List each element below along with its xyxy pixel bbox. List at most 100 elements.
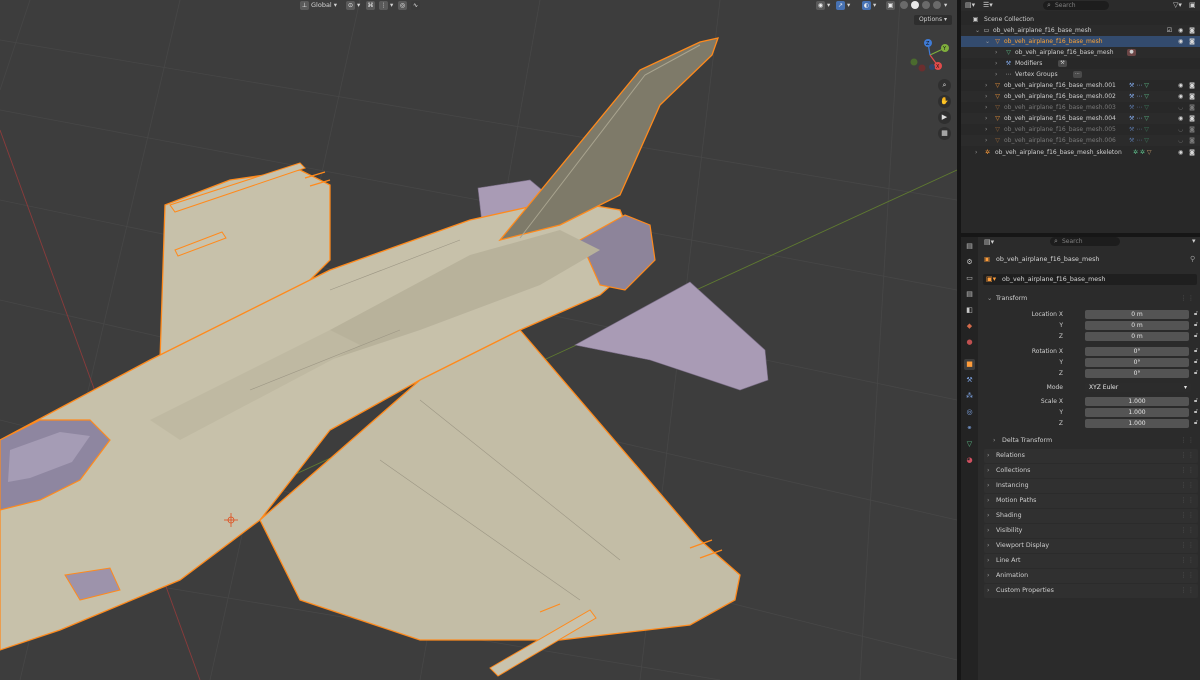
gizmo-toggle[interactable]: ↗ ▾ [836, 0, 850, 10]
3d-viewport[interactable]: Y X Z ⊥ Global ▾ ⊙ ▾ ⌘ ⋮ ▾ ◎ ∿ ◉ ▾ ↗ ▾ ◐ ▾ ▣ … [0, 0, 957, 680]
expand-arrow-icon[interactable]: › [995, 47, 997, 58]
expand-arrow-icon[interactable]: › [985, 135, 987, 146]
visibility-icons[interactable]: ◉ ◙ [1178, 113, 1197, 124]
lock-icon[interactable]: 🔓︎ [1194, 347, 1198, 355]
panel-options-chevron-icon[interactable]: ▾ [1192, 237, 1196, 245]
line-art-panel-header[interactable]: › Line Art ⋮⋮ [984, 554, 1198, 568]
zoom-icon[interactable]: ⌕ [938, 79, 951, 92]
solid-shading-icon[interactable] [911, 1, 919, 9]
rotation-mode-dropdown[interactable]: XYZ Euler ▾ [1085, 383, 1191, 392]
expand-arrow-icon[interactable]: › [975, 147, 977, 158]
instancing-panel-header[interactable]: › Instancing ⋮⋮ [984, 479, 1198, 493]
location-y-field[interactable]: 0 m [1085, 321, 1189, 330]
tool-tab-icon[interactable]: ⚙ [964, 257, 975, 268]
drag-grip-icon[interactable]: ⋮⋮ [1180, 509, 1195, 523]
render-tab-icon[interactable]: ▭ [964, 273, 975, 284]
new-collection-icon[interactable]: ▣ [1189, 1, 1196, 9]
rotation-y-field[interactable]: 0° [1085, 358, 1189, 367]
falloff-dropdown[interactable]: ∿ [411, 0, 420, 10]
drag-grip-icon[interactable]: ⋮⋮ [1180, 539, 1195, 553]
navigation-gizmo[interactable] [910, 39, 950, 72]
lock-icon[interactable]: 🔓︎ [1194, 332, 1198, 340]
shading-modes[interactable]: ▾ [900, 0, 947, 10]
physics-tab-icon[interactable]: ◎ [964, 407, 975, 418]
scale-y-field[interactable]: 1.000 [1085, 408, 1189, 417]
location-x-field[interactable]: 0 m [1085, 310, 1189, 319]
camera-icon[interactable]: ▶ [938, 111, 951, 124]
constraints-tab-icon[interactable]: ⚭ [964, 423, 975, 434]
drag-grip-icon[interactable]: ⋮⋮ [1180, 292, 1195, 306]
grid-perspective-icon[interactable]: ▦ [938, 127, 951, 140]
scale-x-field[interactable]: 1.000 [1085, 397, 1189, 406]
outliner-row-vertex-groups[interactable]: › ⋯ Vertex Groups ⋯ [961, 69, 1200, 80]
view-object-types-dropdown[interactable]: ◉ ▾ [816, 0, 830, 10]
visibility-icons[interactable]: ◡ ◙ [1178, 124, 1197, 135]
visibility-icons[interactable]: ◉ ◙ [1178, 91, 1197, 102]
drag-grip-icon[interactable]: ⋮⋮ [1180, 524, 1195, 538]
animation-panel-header[interactable]: › Animation ⋮⋮ [984, 569, 1198, 583]
location-z-field[interactable]: 0 m [1085, 332, 1189, 341]
editor-type-icon[interactable]: ▤ [964, 241, 975, 252]
display-mode-icon[interactable]: ☰▾ [983, 1, 993, 9]
delta-transform-subpanel[interactable]: › Delta Transform ⋮⋮ [990, 434, 1198, 448]
lock-icon[interactable]: 🔓︎ [1194, 397, 1198, 405]
collections-panel-header[interactable]: › Collections ⋮⋮ [984, 464, 1198, 478]
world-tab-icon[interactable]: ● [964, 337, 975, 348]
visibility-panel-header[interactable]: › Visibility ⋮⋮ [984, 524, 1198, 538]
outliner-row-selected-object[interactable]: ⌄ ▽ ob_veh_airplane_f16_base_mesh ◉ ◙ [961, 36, 1200, 47]
material-tab-icon[interactable]: ◕ [964, 455, 975, 466]
outliner-row-mesh-data[interactable]: › ▽ ob_veh_airplane_f16_base_mesh ● [961, 47, 1200, 58]
drag-grip-icon[interactable]: ⋮⋮ [1180, 434, 1195, 448]
expand-arrow-icon[interactable]: ⌄ [985, 36, 990, 47]
drag-grip-icon[interactable]: ⋮⋮ [1180, 449, 1195, 463]
pan-hand-icon[interactable]: ✋ [938, 95, 951, 108]
expand-arrow-icon[interactable]: ⌄ [975, 25, 980, 36]
lock-icon[interactable]: 🔓︎ [1194, 408, 1198, 416]
visibility-icons[interactable]: ◉ ◙ [1178, 80, 1197, 91]
editor-type-icon[interactable]: ▤▾ [965, 1, 975, 9]
motion-paths-panel-header[interactable]: › Motion Paths ⋮⋮ [984, 494, 1198, 508]
outliner-row-object[interactable]: › ▽ ob_veh_airplane_f16_base_mesh.004 ⚒ … [961, 113, 1200, 124]
outliner-row-object-hidden[interactable]: › ▽ ob_veh_airplane_f16_base_mesh.003 ⚒ … [961, 102, 1200, 113]
outliner-row-object[interactable]: › ▽ ob_veh_airplane_f16_base_mesh.002 ⚒ … [961, 91, 1200, 102]
outliner-row-modifiers[interactable]: › ⚒ Modifiers ⚒ [961, 58, 1200, 69]
outliner-search-input[interactable]: Search [1043, 1, 1109, 10]
drag-grip-icon[interactable]: ⋮⋮ [1180, 554, 1195, 568]
outliner-row-armature[interactable]: › ✲ ob_veh_airplane_f16_base_mesh_skelet… [961, 147, 1200, 158]
properties-search-input[interactable]: Search [1050, 237, 1120, 246]
wireframe-shading-icon[interactable] [900, 1, 908, 9]
drag-grip-icon[interactable]: ⋮⋮ [1180, 464, 1195, 478]
drag-grip-icon[interactable]: ⋮⋮ [1180, 569, 1195, 583]
viewport-scene[interactable]: Y X Z [0, 0, 957, 680]
lock-icon[interactable]: 🔓︎ [1194, 369, 1198, 377]
viewport-display-panel-header[interactable]: › Viewport Display ⋮⋮ [984, 539, 1198, 553]
custom-properties-panel-header[interactable]: › Custom Properties ⋮⋮ [984, 584, 1198, 598]
scene-tab-icon[interactable]: ◆ [964, 321, 975, 332]
rotation-x-field[interactable]: 0° [1085, 347, 1189, 356]
material-shading-icon[interactable] [922, 1, 930, 9]
transform-panel-header[interactable]: ⌄ Transform ⋮⋮ [984, 292, 1198, 306]
snap-toggle[interactable]: ⌘ [366, 0, 375, 10]
object-tab-icon[interactable]: ■ [964, 359, 975, 370]
expand-arrow-icon[interactable]: › [985, 124, 987, 135]
expand-arrow-icon[interactable]: › [985, 80, 987, 91]
outliner-row-scene-collection[interactable]: ▣ Scene Collection [961, 14, 1200, 25]
expand-arrow-icon[interactable]: › [985, 113, 987, 124]
outliner-row-object[interactable]: › ▽ ob_veh_airplane_f16_base_mesh.001 ⚒ … [961, 80, 1200, 91]
rotation-z-field[interactable]: 0° [1085, 369, 1189, 378]
editor-type-dropdown[interactable]: ▤▾ [984, 238, 994, 246]
transform-orientation-dropdown[interactable]: ⊥ Global ▾ [300, 0, 337, 10]
object-name-field[interactable]: ▣▾ ob_veh_airplane_f16_base_mesh [983, 274, 1197, 285]
output-tab-icon[interactable]: ▤ [964, 289, 975, 300]
chevron-down-icon[interactable]: ▾ [944, 0, 947, 10]
visibility-icons[interactable]: ☑ ◉ ◙ [1167, 25, 1197, 36]
data-tab-icon[interactable]: ▽ [964, 439, 975, 450]
drag-grip-icon[interactable]: ⋮⋮ [1180, 584, 1195, 598]
drag-grip-icon[interactable]: ⋮⋮ [1180, 479, 1195, 493]
visibility-icons[interactable]: ◉ ◙ [1178, 147, 1197, 158]
expand-arrow-icon[interactable]: › [995, 69, 997, 80]
outliner-row-object-hidden[interactable]: › ▽ ob_veh_airplane_f16_base_mesh.006 ⚒ … [961, 135, 1200, 146]
view-layer-tab-icon[interactable]: ◧ [964, 305, 975, 316]
drag-grip-icon[interactable]: ⋮⋮ [1180, 494, 1195, 508]
pin-icon[interactable]: ⚲ [1190, 255, 1195, 263]
